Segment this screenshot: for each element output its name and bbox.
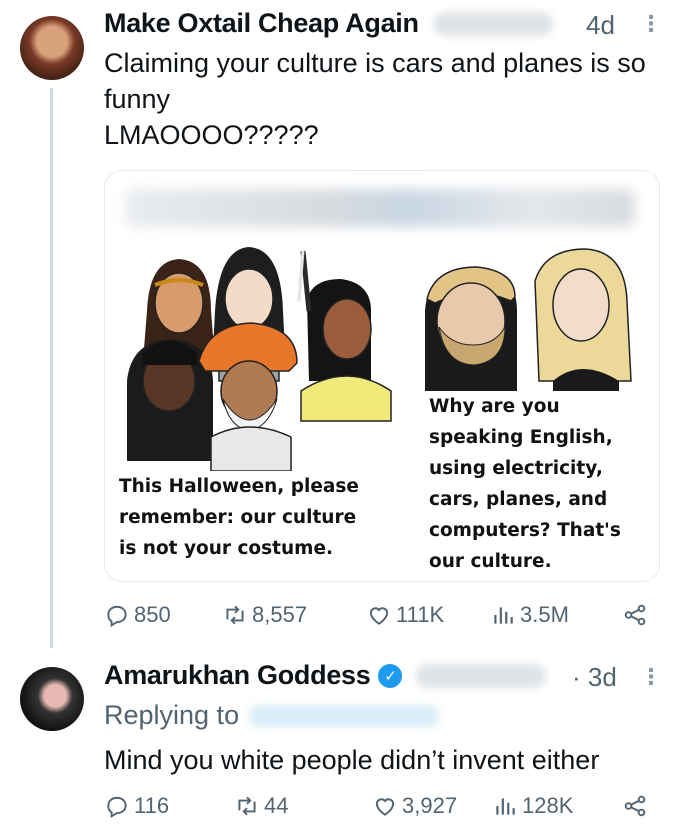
reply-icon xyxy=(107,796,127,819)
share-button[interactable] xyxy=(622,793,652,819)
repost-icon xyxy=(226,605,244,625)
verified-icon: ✓ xyxy=(378,663,403,688)
tweet-text: Mind you white people didn’t invent eith… xyxy=(104,745,600,775)
share-icon xyxy=(624,795,646,817)
reply-button[interactable]: 850 xyxy=(104,602,171,628)
views-icon xyxy=(496,798,515,815)
tweet-actions: 116 44 3,927 128K xyxy=(104,793,664,827)
repost-icon xyxy=(238,796,256,816)
view-count: 3.5M xyxy=(520,602,569,627)
views-button[interactable]: 3.5M xyxy=(490,602,569,628)
display-name[interactable]: Amarukhan Goddess xyxy=(104,660,371,691)
timestamp[interactable]: · 3d xyxy=(572,662,617,693)
repost-button[interactable]: 8,557 xyxy=(222,602,307,628)
timestamp[interactable]: 4d xyxy=(586,10,615,41)
tweet-header: Make Oxtail Cheap Again xyxy=(104,8,553,39)
reply-button[interactable]: 116 xyxy=(104,793,169,819)
repost-button[interactable]: 44 xyxy=(234,793,288,819)
like-icon xyxy=(369,607,389,625)
replying-to: Replying to xyxy=(104,700,440,731)
meme-caption-right: Why are you speaking English, using elec… xyxy=(429,396,621,572)
meme-image-right: Why are you speaking English, using elec… xyxy=(405,241,655,572)
display-name[interactable]: Make Oxtail Cheap Again xyxy=(104,8,419,39)
handle-redacted xyxy=(416,663,547,688)
like-count: 3,927 xyxy=(402,793,458,818)
like-button[interactable]: 3,927 xyxy=(372,793,457,819)
like-count: 111K xyxy=(396,602,445,627)
replying-to-label: Replying to xyxy=(104,700,240,730)
tweet-original: Make Oxtail Cheap Again 4d ⋮ Claiming yo… xyxy=(0,0,680,650)
tweet-actions: 850 8,557 111K 3.5M xyxy=(104,602,664,636)
wojak-characters-illustration xyxy=(425,248,632,391)
views-button[interactable]: 128K xyxy=(492,793,573,819)
share-button[interactable] xyxy=(622,602,652,628)
avatar[interactable] xyxy=(20,16,84,80)
more-icon[interactable]: ⋮ xyxy=(640,666,662,688)
tweet-header: Amarukhan Goddess ✓ xyxy=(104,660,547,691)
views-icon xyxy=(494,607,513,624)
more-icon[interactable]: ⋮ xyxy=(640,13,662,35)
quoted-post-header-redacted xyxy=(125,189,635,227)
like-button[interactable]: 111K xyxy=(366,602,444,628)
culture-characters-illustration xyxy=(127,247,392,472)
view-count: 128K xyxy=(522,793,574,818)
like-icon xyxy=(375,798,395,816)
share-icon xyxy=(624,604,646,626)
quoted-post[interactable]: This Halloween, please remember: our cul… xyxy=(104,170,660,582)
reply-count: 116 xyxy=(134,793,170,818)
repost-count: 44 xyxy=(264,793,289,818)
meme-image-left: This Halloween, please remember: our cul… xyxy=(119,241,401,561)
reply-icon xyxy=(107,605,127,628)
handle-redacted xyxy=(432,11,553,36)
meme-caption-left: This Halloween, please remember: our cul… xyxy=(119,476,359,559)
reply-count: 850 xyxy=(134,602,171,627)
repost-count: 8,557 xyxy=(252,602,308,627)
replying-to-handle-redacted[interactable] xyxy=(249,704,440,727)
tweet-text: Claiming your culture is cars and planes… xyxy=(104,48,646,150)
avatar[interactable] xyxy=(20,667,84,731)
